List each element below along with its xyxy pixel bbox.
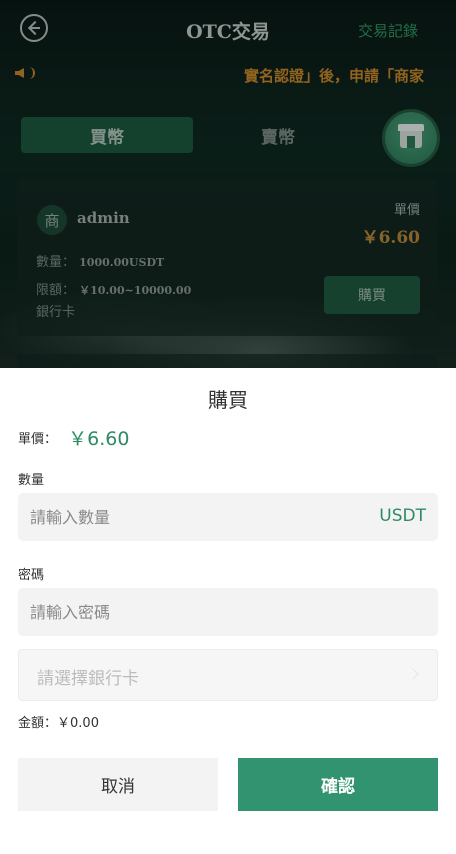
quantity-value: 1000.00USDT [79, 256, 165, 269]
top-bar: OTC交易 交易記錄 [0, 0, 456, 58]
speaker-waves-icon [25, 67, 35, 79]
limit-line: 限額： ￥10.00~10000.00 [36, 279, 191, 298]
quantity-field-label: 數量 [18, 473, 45, 488]
payment-method: 銀行卡 [36, 305, 76, 320]
cancel-button[interactable]: 取消 [18, 758, 218, 811]
trade-records-link[interactable]: 交易記錄 [358, 20, 418, 41]
quantity-field: USDT [18, 493, 438, 541]
sheet-price-row: 單價： ￥6.60 [18, 424, 129, 450]
notice-bar: 實名認證」後，申請「商家 [0, 62, 456, 90]
quantity-line: 數量： 1000.00USDT [36, 251, 164, 270]
password-field-label: 密碼 [18, 568, 45, 583]
bank-card-placeholder: 請選擇銀行卡 [37, 669, 139, 689]
card-buy-button[interactable]: 購買 [324, 276, 420, 314]
amount-value: ￥0.00 [57, 716, 99, 731]
merchant-store-button[interactable] [385, 112, 437, 164]
amount-label: 金額： [18, 716, 58, 731]
quantity-input[interactable] [30, 493, 360, 541]
confirm-button[interactable]: 確認 [238, 758, 438, 811]
password-input[interactable] [30, 588, 360, 636]
password-field [18, 588, 438, 636]
sheet-unit-price-label: 單價： [18, 432, 58, 447]
trade-tabs: 買幣 賣幣 [0, 112, 456, 164]
bank-card-select[interactable]: 請選擇銀行卡 [18, 649, 438, 701]
order-card: 商 admin 單價 ￥6.60 數量： 1000.00USDT 限額： ￥10… [17, 179, 437, 336]
chevron-right-icon [407, 668, 419, 680]
background-page: OTC交易 交易記錄 實名認證」後，申請「商家 買幣 賣幣 商 admin 單價… [0, 0, 456, 370]
notice-text: 實名認證」後，申請「商家 [244, 67, 425, 85]
tab-sell[interactable]: 賣幣 [234, 117, 322, 153]
unit-price-value: ￥6.60 [361, 228, 420, 248]
amount-row: 金額：￥0.00 [18, 712, 99, 731]
limit-value: ￥10.00~10000.00 [79, 284, 192, 297]
sheet-title: 購買 [208, 388, 248, 412]
tab-buy[interactable]: 買幣 [21, 117, 193, 153]
speaker-icon [15, 68, 24, 78]
limit-label: 限額： [36, 283, 76, 298]
avatar: 商 [37, 205, 67, 235]
store-icon [398, 124, 424, 148]
sheet-unit-price-value: ￥6.60 [68, 428, 130, 450]
unit-price-label: 單價 [393, 203, 420, 218]
purchase-sheet: 購買 單價： ￥6.60 數量 USDT 密碼 請選擇銀行卡 金額：￥0.00 … [0, 368, 456, 854]
seller-name: admin [77, 209, 130, 227]
quantity-unit: USDT [379, 506, 426, 526]
quantity-label: 數量： [36, 255, 76, 270]
